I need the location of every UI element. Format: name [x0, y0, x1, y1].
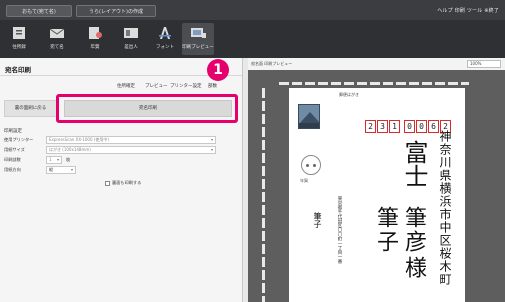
preview-header: 宛名面 印刷プレビュー 100%	[248, 58, 505, 70]
recipient-address: 神奈川県横浜市中区桜木町	[438, 130, 452, 286]
zip-digit: 2	[365, 120, 376, 133]
card-icon	[89, 27, 102, 39]
recipient-city: 富士	[400, 140, 428, 188]
font-icon	[159, 27, 171, 39]
preview-label: 宛名面 印刷プレビュー	[251, 61, 293, 66]
envelope-icon	[49, 28, 65, 38]
tool-font[interactable]: フォント	[150, 23, 180, 55]
menu-preview[interactable]: プレビュー	[145, 83, 168, 89]
printer-select[interactable]: ExpressScan XX-1000 (使用中)	[46, 136, 216, 144]
tool-address[interactable]: 宛て名	[42, 23, 72, 55]
paper-size-select[interactable]: はがき (100x148mm)	[46, 146, 216, 154]
divider	[0, 75, 242, 76]
zip-digit: 0	[404, 120, 415, 133]
sender-address: 東京都千代田区〇〇町一丁目一番	[337, 196, 342, 264]
settings-heading: 印刷設定	[4, 129, 22, 134]
recipient-name-family: 筆子	[373, 206, 398, 254]
seal-mark	[301, 155, 321, 175]
top-bar: おもて(宛て名) うら(レイアウト)の作成 ヘルプ 印刷 ツール ※終了	[0, 0, 505, 20]
print-preview-icon	[191, 28, 206, 38]
top-right-menu[interactable]: ヘルプ 印刷 ツール ※終了	[437, 7, 499, 14]
ruler-vertical	[262, 88, 265, 302]
toolbar: 住所録 宛て名 年賀 差出人 フォント 印刷プレビュー	[0, 20, 505, 58]
recipient-name-given: 筆彦	[401, 206, 426, 254]
checkbox[interactable]	[105, 180, 110, 186]
tab-layout-side[interactable]: うら(レイアウト)の作成	[76, 5, 156, 17]
menu-copies[interactable]: 部数	[208, 83, 217, 89]
back-button[interactable]: 裏の面刷に戻る	[4, 100, 57, 117]
honorific: 様	[401, 256, 426, 278]
zip-digit: 0	[416, 120, 427, 133]
tool-address-book[interactable]: 住所録	[4, 23, 34, 55]
step-badge: 1	[207, 59, 229, 81]
zip-digit: 3	[377, 120, 388, 133]
paper-size-row: 用紙サイズ はがき (100x148mm)	[4, 146, 219, 154]
print-back-checkbox[interactable]: 裏面も印刷する	[105, 180, 141, 186]
zip-digit: 1	[389, 120, 400, 133]
tool-print-preview[interactable]: 印刷プレビュー	[182, 23, 214, 55]
orientation-row: 用紙方向 縦	[4, 166, 219, 174]
copies-stepper[interactable]: 1	[46, 156, 62, 164]
print-settings-panel: 宛名印刷 住所確定 プレビュー プリンター設定 部数 裏の面刷に戻る 宛名印刷 …	[0, 58, 242, 302]
ruler-horizontal	[279, 82, 469, 85]
orientation-select[interactable]: 縦	[46, 166, 76, 174]
postcard-preview: 郵便はがき 2310062 年賀 神奈川県横浜市中区桜木町 富士 東京都千代田区…	[289, 88, 465, 302]
tool-sender[interactable]: 差出人	[116, 23, 146, 55]
panel-title: 宛名印刷	[5, 66, 31, 74]
highlight-box	[56, 94, 238, 123]
postcard-header: 郵便はがき	[339, 92, 359, 97]
stamp-image	[298, 104, 320, 129]
copies-row: 印刷部数 1 枚	[4, 156, 219, 164]
tab-address-side[interactable]: おもて(宛て名)	[6, 5, 72, 17]
sender-icon	[124, 28, 138, 38]
menu-printer-settings[interactable]: プリンター設定	[170, 83, 202, 89]
zoom-select[interactable]: 100%	[467, 60, 501, 68]
printer-row: 使用プリンター ExpressScan XX-1000 (使用中)	[4, 136, 219, 144]
tool-newyear[interactable]: 年賀	[80, 23, 110, 55]
sender-name: 筆子	[313, 212, 322, 228]
seal-text: 年賀	[300, 178, 308, 183]
address-book-icon	[13, 27, 25, 39]
menu-confirm[interactable]: 住所確定	[117, 83, 135, 89]
